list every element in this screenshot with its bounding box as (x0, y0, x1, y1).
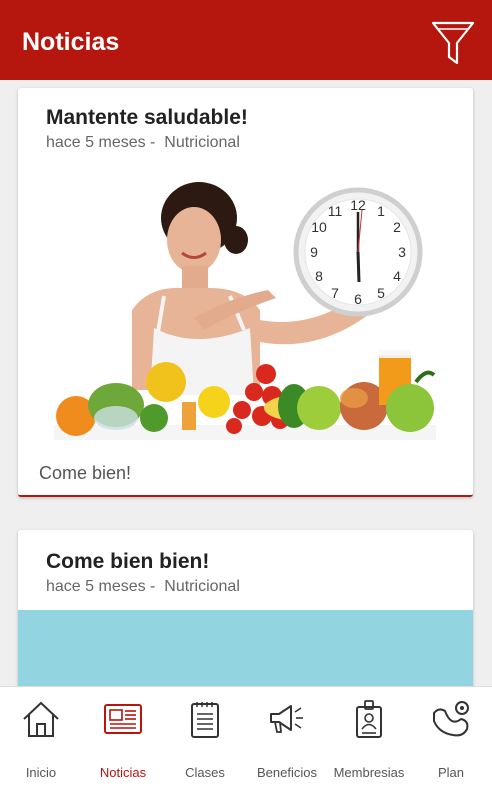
news-feed[interactable]: Mantente saludable! hace 5 meses - Nutri… (0, 80, 492, 686)
nav-item-beneficios[interactable]: Beneficios (246, 687, 328, 800)
news-title: Come bien bien! (46, 550, 210, 573)
svg-text:11: 11 (328, 203, 343, 219)
id-badge-icon (356, 700, 382, 738)
nav-item-clases[interactable]: Clases (164, 687, 246, 800)
news-body: Come bien! (39, 463, 132, 483)
bottom-navigation: Inicio Noticias Clases Beneficios Membre… (0, 686, 492, 800)
news-category: Nutricional (164, 578, 240, 595)
nav-label: Plan (437, 765, 465, 780)
nav-item-membresias[interactable]: Membresias (328, 687, 410, 800)
megaphone-icon (270, 705, 303, 733)
svg-text:9: 9 (310, 244, 318, 260)
nav-label: Noticias (99, 765, 147, 780)
svg-text:8: 8 (315, 268, 323, 284)
page-title: Noticias (22, 28, 120, 56)
nav-label: Clases (185, 765, 225, 780)
news-title: Mantente saludable! (46, 106, 248, 129)
svg-text:1: 1 (377, 203, 385, 219)
svg-text:10: 10 (311, 219, 327, 235)
home-icon (23, 701, 59, 737)
nav-item-plan[interactable]: Plan (410, 687, 492, 800)
nav-label: Beneficios (257, 765, 317, 780)
news-time: hace 5 meses - (46, 134, 160, 151)
svg-text:3: 3 (398, 244, 406, 260)
news-card[interactable]: Mantente saludable! hace 5 meses - Nutri… (18, 88, 473, 497)
svg-text:6: 6 (354, 291, 362, 307)
nav-label: Inicio (25, 765, 57, 780)
news-meta: hace 5 meses - Nutricional (46, 578, 240, 596)
muscle-arm-icon (433, 701, 469, 737)
funnel-icon[interactable] (428, 18, 478, 68)
news-card[interactable]: Come bien bien! hace 5 meses - Nutricion… (18, 530, 473, 686)
nav-item-noticias[interactable]: Noticias (82, 687, 164, 800)
newspaper-icon (104, 704, 142, 734)
nav-label: Membresias (333, 765, 405, 780)
svg-text:7: 7 (331, 285, 339, 301)
news-time: hace 5 meses - (46, 578, 160, 595)
app-bar: Noticias (0, 0, 492, 80)
svg-text:5: 5 (377, 285, 385, 301)
news-category: Nutricional (164, 134, 240, 151)
clipboard-icon (191, 702, 219, 738)
svg-text:12: 12 (350, 197, 366, 213)
news-image: 12 12 345 678 91011 (54, 182, 436, 440)
svg-text:4: 4 (393, 268, 401, 284)
news-meta: hace 5 meses - Nutricional (46, 134, 240, 152)
news-image (18, 610, 473, 686)
svg-text:2: 2 (393, 219, 401, 235)
nav-item-inicio[interactable]: Inicio (0, 687, 82, 800)
